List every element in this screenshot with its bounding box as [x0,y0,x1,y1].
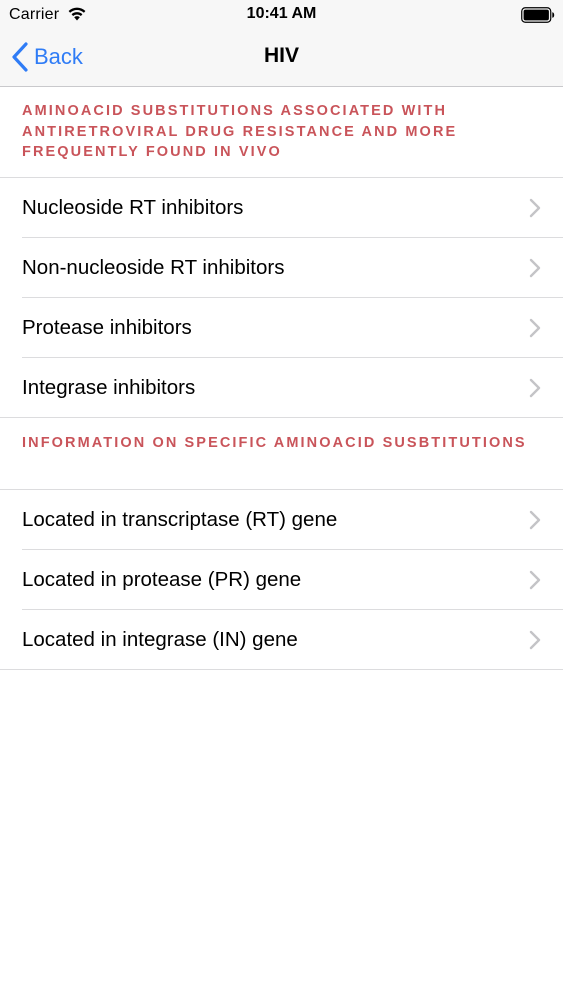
section-header-specific-substitutions: INFORMATION ON SPECIFIC AMINOACID SUSBTI… [22,435,527,451]
row-label: Located in protease (PR) gene [22,568,302,591]
section-header-drug-resistance: AMINOACID SUBSTITUTIONS ASSOCIATED WITH … [22,103,458,160]
row-label: Nucleoside RT inhibitors [22,196,244,219]
status-time: 10:41 AM [246,5,317,22]
row-pr-gene[interactable]: Located in protease (PR) gene [0,550,563,610]
section-divider [0,417,563,418]
row-label: Integrase inhibitors [22,376,196,399]
row-rt-gene[interactable]: Located in transcriptase (RT) gene [0,490,563,550]
status-bar: Carrier 10:41 AM [0,0,563,30]
chevron-right-icon [529,570,541,590]
row-non-nucleoside-rt-inhibitors[interactable]: Non-nucleoside RT inhibitors [0,238,563,298]
row-protease-inhibitors[interactable]: Protease inhibitors [0,298,563,358]
row-integrase-inhibitors[interactable]: Integrase inhibitors [0,358,563,418]
chevron-right-icon [529,510,541,530]
navigation-bar: Back HIV [0,30,563,87]
page-title: HIV [263,44,299,67]
chevron-right-icon [529,258,541,278]
battery-icon [521,7,555,23]
row-label: Located in transcriptase (RT) gene [22,508,338,531]
row-label: Protease inhibitors [22,316,192,339]
row-nucleoside-rt-inhibitors[interactable]: Nucleoside RT inhibitors [0,178,563,238]
chevron-right-icon [529,630,541,650]
chevron-right-icon [529,318,541,338]
row-in-gene[interactable]: Located in integrase (IN) gene [0,610,563,670]
row-label: Located in integrase (IN) gene [22,628,298,651]
row-label: Non-nucleoside RT inhibitors [22,256,285,279]
chevron-right-icon [529,378,541,398]
section-divider [0,669,563,670]
chevron-right-icon [529,198,541,218]
